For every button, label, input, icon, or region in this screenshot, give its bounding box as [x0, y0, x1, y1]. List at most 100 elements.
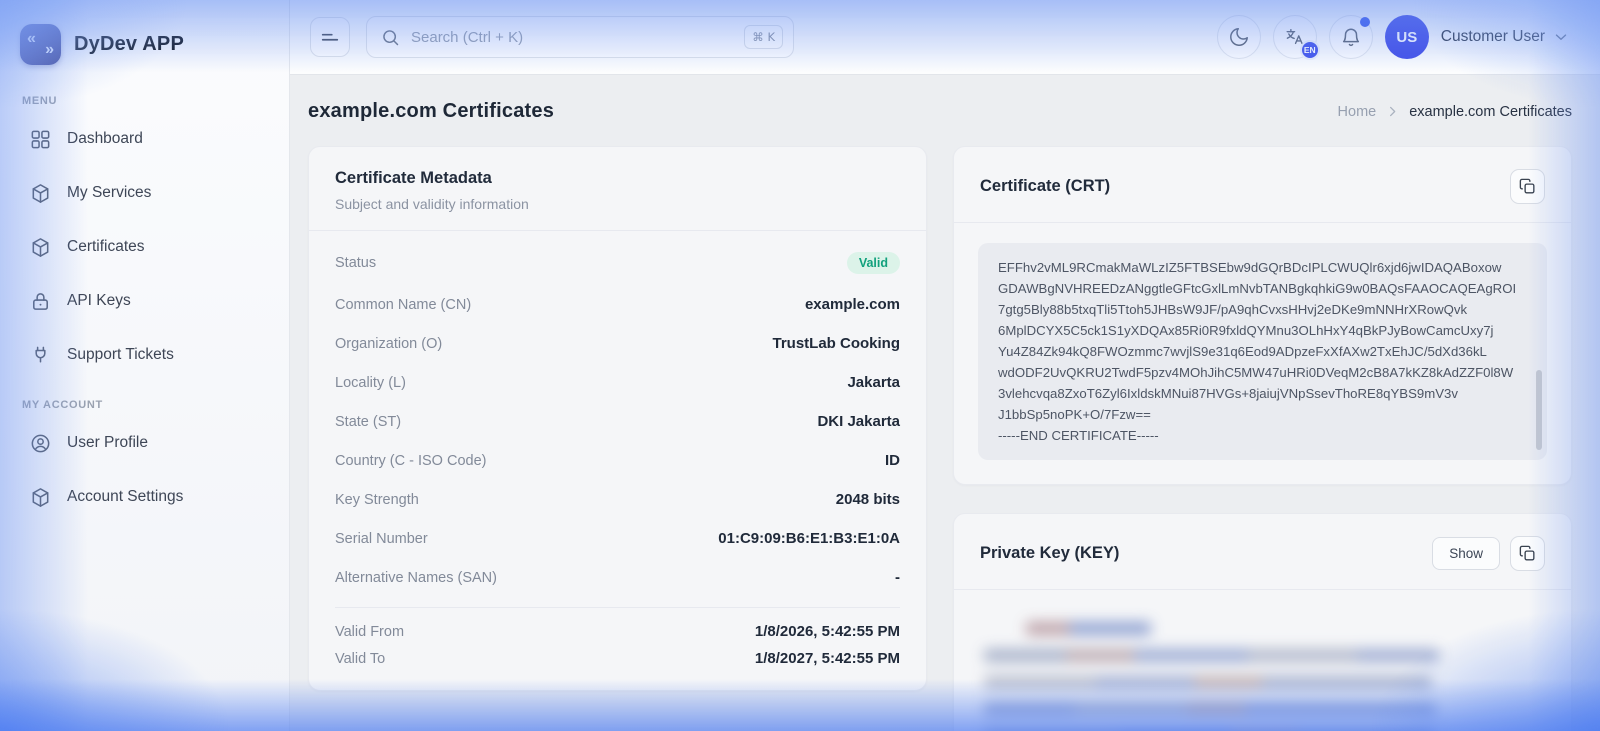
logo-chevrons-right: »: [45, 42, 54, 58]
cube-icon: [28, 235, 52, 259]
app-logo-icon: « »: [20, 24, 61, 65]
user-circle-icon: [28, 431, 52, 455]
sidebar-item[interactable]: Support Tickets: [20, 335, 269, 375]
sidebar-item[interactable]: Account Settings: [20, 477, 269, 517]
menu-toggle-button[interactable]: [310, 17, 350, 57]
metadata-row: Organization (O) TrustLab Cooking: [335, 324, 900, 363]
metadata-card-title: Certificate Metadata: [335, 169, 900, 188]
lock-icon: [28, 289, 52, 313]
breadcrumb-home-link[interactable]: Home: [1338, 104, 1377, 120]
sidebar-account-menu: User Profile Account Settings: [20, 423, 269, 517]
moon-icon: [1228, 26, 1250, 48]
metadata-row-label: Locality (L): [335, 375, 406, 391]
validity-row-label: Valid To: [335, 651, 385, 667]
grid-icon: [28, 127, 52, 151]
certificate-line: EFFhv2vML9RCmakMaWLzIZ5FTBSEbw9dGQrBDcIP…: [998, 257, 1527, 278]
certificate-line: 3vlehcvqa8ZxoT6Zyl6IxldskMNui87HVGs+8jai…: [998, 383, 1527, 404]
metadata-row-label: Serial Number: [335, 531, 428, 547]
search-input[interactable]: [411, 29, 734, 46]
metadata-row: Country (C - ISO Code) ID: [335, 441, 900, 480]
metadata-row-value: example.com: [805, 296, 900, 313]
language-badge: EN: [1300, 40, 1320, 60]
validity-rows: Valid From 1/8/2026, 5:42:55 PM Valid To…: [335, 607, 900, 672]
metadata-row-value: -: [895, 569, 900, 586]
metadata-rows: Common Name (CN) example.com Organizatio…: [335, 285, 900, 597]
certificate-line: wdODF2UvQKRU2TwdF5pzv4MOhJihC5MW47uHRi0D…: [998, 362, 1527, 383]
brand[interactable]: « » DyDev APP: [20, 24, 269, 65]
validity-row-value: 1/8/2027, 5:42:55 PM: [755, 650, 900, 667]
cube-icon: [28, 485, 52, 509]
redacted-line: [984, 649, 1439, 662]
metadata-row-value: 2048 bits: [836, 491, 900, 508]
redacted-line: [984, 676, 1432, 689]
certificate-line: GDAWBgNVHREEDzANggtleGFtcGxlLmNvbTANBgkq…: [998, 278, 1527, 299]
metadata-row-label: Common Name (CN): [335, 297, 471, 313]
private-key-redacted-content: [984, 616, 1541, 731]
sidebar-item[interactable]: User Profile: [20, 423, 269, 463]
certificate-metadata-card: Certificate Metadata Subject and validit…: [308, 146, 927, 691]
sidebar-item-label: Account Settings: [67, 488, 183, 506]
redacted-line: [1026, 622, 1151, 635]
metadata-row-label: Country (C - ISO Code): [335, 453, 487, 469]
metadata-row-label: Key Strength: [335, 492, 419, 508]
certificate-line: 7gtg5Bly88b5txqTli5Ttoh5JHBsW9JF/pA9qhCv…: [998, 299, 1527, 320]
metadata-row-value: Jakarta: [847, 374, 900, 391]
sidebar-section-menu: MENU: [22, 95, 269, 107]
status-row: Status Valid: [335, 241, 900, 285]
certificate-crt-card: Certificate (CRT): [953, 146, 1572, 485]
redacted-line: [984, 703, 1436, 716]
notification-dot: [1360, 17, 1370, 27]
validity-row: Valid To 1/8/2027, 5:42:55 PM: [335, 645, 900, 672]
certificate-line: J1bbSp5noPK+O/7Fzw==: [998, 404, 1527, 425]
certificate-line: 6MplDCYX5C5ck1S1yXDQAx85Ri0R9fxldQYMnu3O…: [998, 320, 1527, 341]
search-box[interactable]: ⌘ K: [366, 16, 794, 58]
sidebar-item[interactable]: Dashboard: [20, 119, 269, 159]
metadata-row-value: TrustLab Cooking: [773, 335, 901, 352]
metadata-row: State (ST) DKI Jakarta: [335, 402, 900, 441]
search-icon: [380, 27, 401, 48]
bell-icon: [1340, 26, 1362, 48]
metadata-row-label: State (ST): [335, 414, 401, 430]
plug-icon: [28, 343, 52, 367]
language-button[interactable]: EN: [1273, 15, 1317, 59]
metadata-row-label: Organization (O): [335, 336, 442, 352]
copy-certificate-button[interactable]: [1510, 169, 1545, 204]
dark-mode-button[interactable]: [1217, 15, 1261, 59]
cube-icon: [28, 181, 52, 205]
metadata-card-subtitle: Subject and validity information: [335, 196, 900, 212]
search-shortcut-badge: ⌘ K: [744, 25, 783, 49]
sidebar-item-label: Support Tickets: [67, 346, 174, 364]
certificate-line: -----END CERTIFICATE-----: [998, 425, 1527, 446]
avatar[interactable]: US: [1385, 15, 1429, 59]
crt-card-title: Certificate (CRT): [980, 177, 1110, 196]
private-key-card: Private Key (KEY) Show: [953, 513, 1572, 731]
sidebar-section-account: MY ACCOUNT: [22, 399, 269, 411]
user-menu[interactable]: Customer User: [1441, 28, 1570, 46]
certificate-text-area[interactable]: EFFhv2vML9RCmakMaWLzIZ5FTBSEbw9dGQrBDcIP…: [978, 243, 1547, 460]
sidebar-item[interactable]: API Keys: [20, 281, 269, 321]
status-label: Status: [335, 255, 376, 271]
logo-chevrons-left: «: [27, 31, 36, 47]
notifications-button[interactable]: [1329, 15, 1373, 59]
sidebar-item[interactable]: Certificates: [20, 227, 269, 267]
sidebar: « » DyDev APP MENU Dashboard My Services…: [0, 0, 290, 731]
certificate-line: Yu4Z84Zk94kQ8FWOzmmc7wvjlS9e31q6Eod9ADpz…: [998, 341, 1527, 362]
sidebar-item-label: Certificates: [67, 238, 145, 256]
metadata-row-value: 01:C9:09:B6:E1:B3:E1:0A: [718, 530, 900, 547]
copy-icon: [1518, 177, 1537, 196]
scrollbar-thumb[interactable]: [1536, 370, 1542, 450]
breadcrumb: Home example.com Certificates: [1338, 104, 1572, 120]
show-private-key-button[interactable]: Show: [1432, 537, 1500, 570]
metadata-row: Locality (L) Jakarta: [335, 363, 900, 402]
copy-private-key-button[interactable]: [1510, 536, 1545, 571]
validity-row: Valid From 1/8/2026, 5:42:55 PM: [335, 618, 900, 645]
metadata-row: Alternative Names (SAN) -: [335, 558, 900, 597]
chevron-right-icon: [1385, 104, 1400, 119]
sidebar-item[interactable]: My Services: [20, 173, 269, 213]
app-name: DyDev APP: [74, 33, 184, 56]
metadata-row-value: DKI Jakarta: [817, 413, 900, 430]
chevron-down-icon: [1552, 28, 1570, 46]
sidebar-item-label: API Keys: [67, 292, 131, 310]
validity-row-value: 1/8/2026, 5:42:55 PM: [755, 623, 900, 640]
sidebar-item-label: Dashboard: [67, 130, 143, 148]
